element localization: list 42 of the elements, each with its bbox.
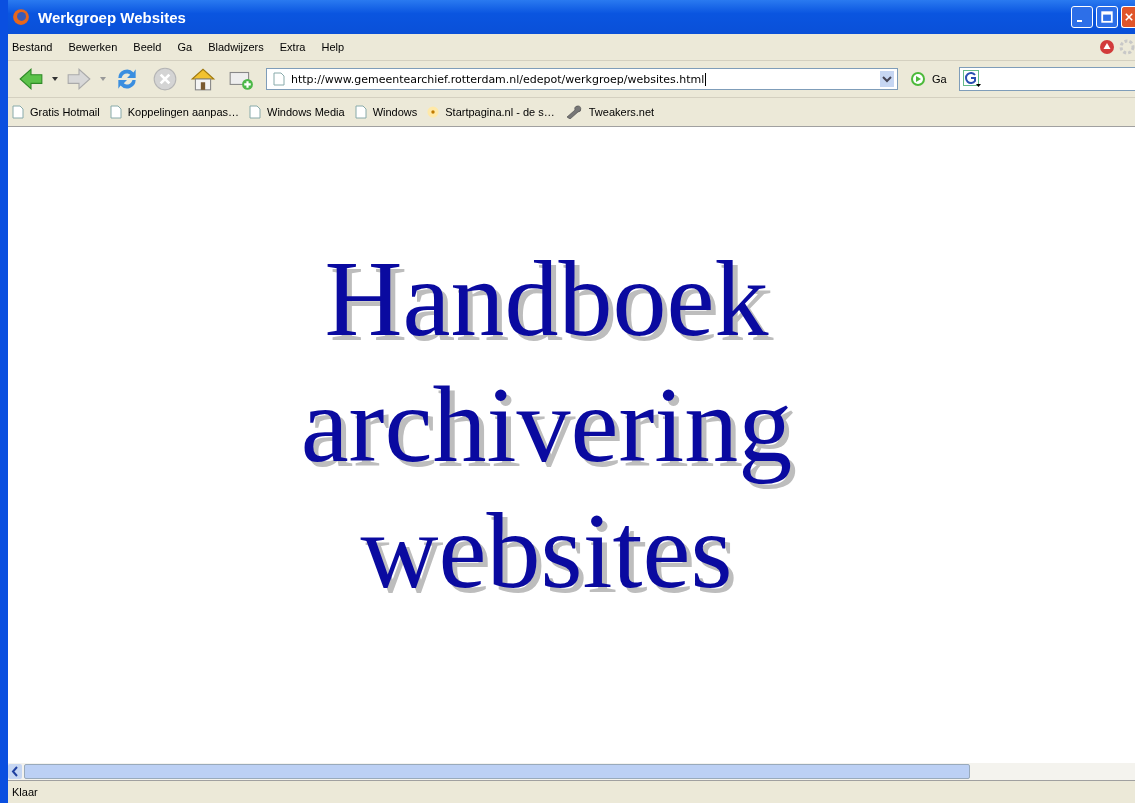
caret-icon[interactable] bbox=[52, 77, 58, 81]
close-button[interactable] bbox=[1121, 6, 1135, 28]
bookmark-item[interactable]: Windows Media bbox=[249, 105, 345, 119]
dropdown-icon[interactable] bbox=[880, 71, 894, 87]
site-icon bbox=[427, 105, 440, 119]
maximize-icon bbox=[1101, 11, 1113, 23]
search-engine-icon[interactable] bbox=[962, 70, 981, 88]
page-heading: Handboek archivering websites bbox=[300, 238, 793, 612]
page-icon bbox=[273, 72, 285, 86]
alert-icon bbox=[1099, 39, 1115, 55]
minimize-icon bbox=[1077, 20, 1082, 22]
page-icon bbox=[12, 105, 24, 119]
menu-item[interactable]: Help bbox=[321, 41, 345, 53]
maximize-button[interactable] bbox=[1096, 6, 1118, 28]
play-icon bbox=[910, 71, 926, 87]
url-text: http://www.gemeentearchief.rotterdam.nl/edepot/werkgroep/websites.html bbox=[291, 72, 707, 86]
browser-logo-icon bbox=[12, 8, 30, 26]
page-icon bbox=[249, 105, 261, 119]
bookmark-item[interactable]: Windows bbox=[354, 105, 418, 119]
window-title: Werkgroep Websites bbox=[38, 8, 186, 26]
close-icon bbox=[1124, 12, 1133, 22]
page-icon bbox=[109, 105, 122, 119]
bookmark-item[interactable]: Tweakers.net bbox=[564, 105, 655, 119]
go-button[interactable]: Ga bbox=[902, 71, 955, 87]
bookmark-item[interactable]: Koppelingen aanpas… bbox=[109, 105, 239, 119]
bookmark-item[interactable]: Gratis Hotmail bbox=[12, 105, 100, 119]
status-text: Klaar bbox=[12, 786, 38, 798]
wrench-icon bbox=[564, 105, 583, 119]
horizontal-scrollbar[interactable] bbox=[8, 763, 1135, 780]
bookmark-item[interactable]: Startpagina.nl - de s… bbox=[427, 105, 555, 119]
menu-item[interactable]: Bestand bbox=[12, 41, 53, 53]
menu-item[interactable]: Beeld bbox=[133, 41, 162, 53]
search-field[interactable] bbox=[958, 67, 1135, 91]
menu-item[interactable]: Bladwijzers bbox=[208, 41, 264, 53]
menu-item[interactable]: Ga bbox=[177, 41, 193, 53]
page-icon bbox=[354, 105, 367, 119]
minimize-button[interactable] bbox=[1071, 6, 1093, 28]
scroll-left-icon[interactable] bbox=[8, 764, 22, 779]
address-bar[interactable]: http://www.gemeentearchief.rotterdam.nl/edepot/werkgroep/websites.html bbox=[266, 68, 898, 90]
menu-item[interactable]: Extra bbox=[279, 41, 306, 53]
menu-item[interactable]: Bewerken bbox=[68, 41, 118, 53]
throbber-icon bbox=[1119, 39, 1135, 55]
